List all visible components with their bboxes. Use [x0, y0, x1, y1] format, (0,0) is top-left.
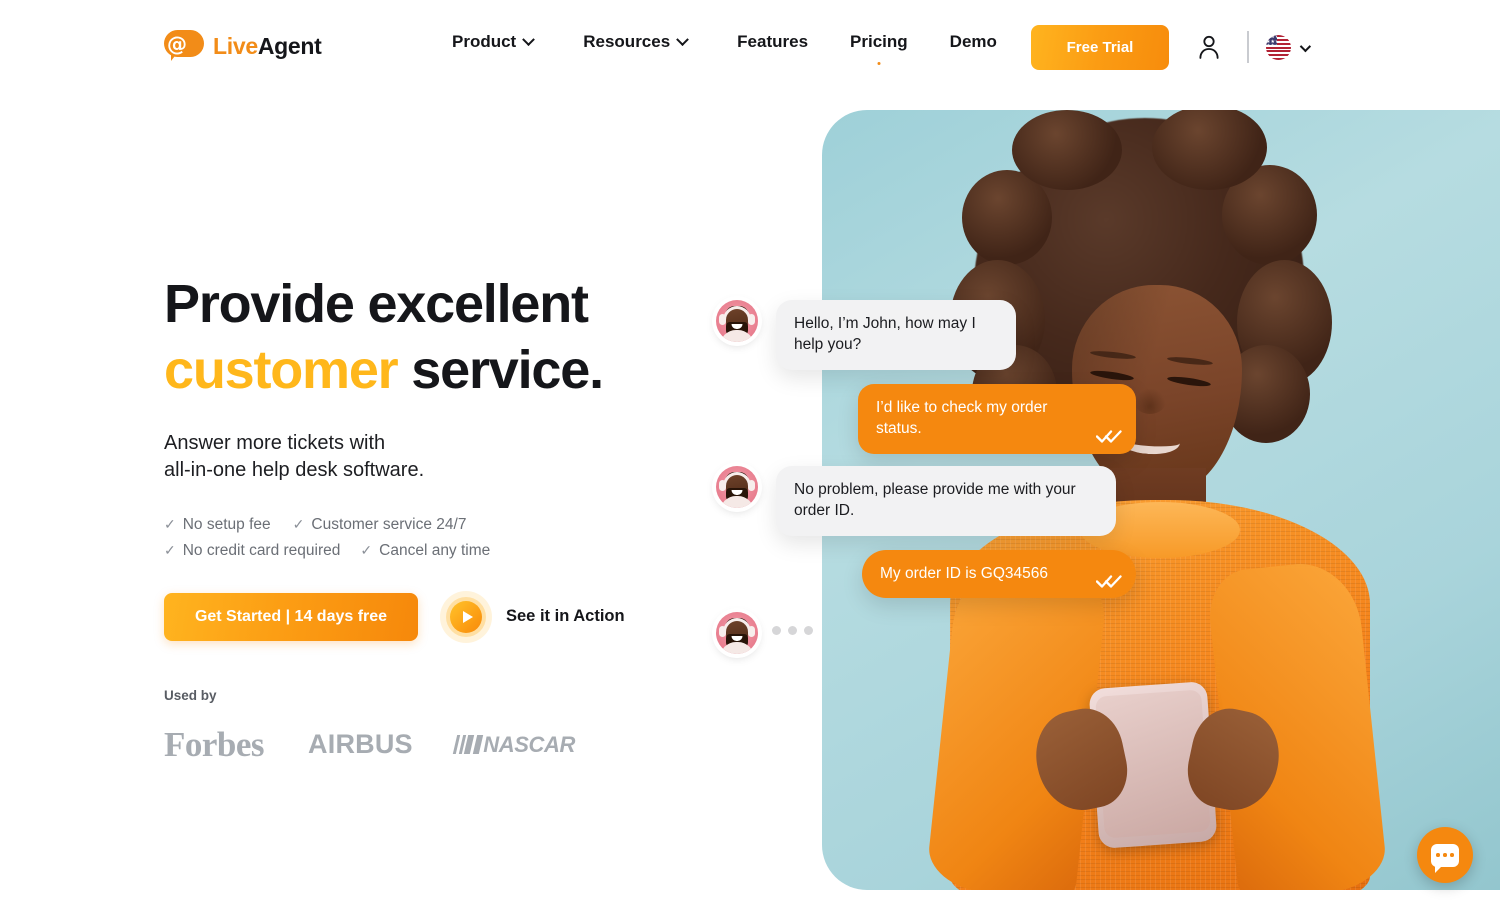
nav-label-pricing: Pricing: [850, 32, 908, 51]
chevron-down-icon: [1299, 40, 1312, 52]
nav-item-pricing[interactable]: Pricing: [850, 32, 908, 65]
nav-item-resources[interactable]: Resources: [583, 32, 690, 52]
active-indicator-dot: [877, 62, 881, 65]
subhead-line-1: Answer more tickets with: [164, 431, 386, 454]
double-check-icon: [1095, 574, 1122, 589]
see-it-in-action-button[interactable]: See it in Action: [440, 590, 625, 643]
page-title: Provide excellent customer service.: [164, 272, 784, 404]
nav-label-demo: Demo: [949, 32, 997, 51]
headline-line-1: Provide excellent: [164, 274, 589, 334]
chat-widget-button[interactable]: [1417, 827, 1473, 883]
chat-bubble-icon: [1431, 843, 1459, 873]
us-flag-icon: ★★★★★★★★★: [1266, 35, 1291, 60]
nascar-bars-icon: [452, 735, 483, 755]
airbus-logo: AIRBUS: [308, 729, 413, 760]
header-divider: [1247, 31, 1249, 63]
nascar-wordmark: NASCAR: [483, 731, 575, 757]
logo-wordmark: LiveAgent: [213, 33, 322, 60]
logo-at-glyph: @: [167, 32, 187, 56]
client-logos: Forbes AIRBUS NASCAR: [164, 725, 784, 765]
check-icon: ✓: [164, 542, 176, 559]
typing-indicator: [758, 612, 813, 636]
nav-label-resources: Resources: [583, 32, 671, 51]
site-header: @ LiveAgent Product Resources Features P: [0, 0, 1500, 95]
chat-bubble: My order ID is GQ34566: [862, 549, 1136, 599]
logo-word-live: Live: [213, 32, 258, 59]
headline-line-2-rest: service.: [397, 339, 604, 400]
chat-bubble-text: My order ID is GQ34566: [880, 564, 1048, 582]
feature-item-cancel-any-time: ✓ Cancel any time: [360, 542, 490, 560]
user-account-icon[interactable]: [1198, 35, 1220, 59]
feature-row-1: ✓ No setup fee ✓ Customer service 24/7: [164, 516, 784, 534]
chat-message-user-2: My order ID is GQ34566: [716, 549, 1136, 599]
headline-accent-word: customer: [164, 339, 399, 400]
used-by-label: Used by: [164, 687, 217, 703]
see-it-in-action-label: See it in Action: [506, 607, 625, 626]
landing-page: @ LiveAgent Product Resources Features P: [0, 0, 1500, 915]
feature-row-2: ✓ No credit card required ✓ Cancel any t…: [164, 542, 784, 560]
hero-content: Provide excellent customer service. Answ…: [164, 272, 784, 765]
chat-typing-row: [716, 612, 1136, 655]
feature-label: No setup fee: [182, 515, 271, 533]
chevron-down-icon: [522, 32, 536, 46]
chat-bubble-text: I’d like to check my order status.: [876, 398, 1048, 437]
chat-conversation-overlay: Hello, I’m John, how may I help you? I’d…: [716, 300, 1136, 655]
cta-row: Get Started | 14 days free See it in Act…: [164, 590, 784, 643]
agent-avatar: [716, 465, 758, 508]
feature-item-no-setup-fee: ✓ No setup fee: [164, 516, 271, 534]
feature-label: Cancel any time: [379, 541, 491, 559]
nav-item-demo[interactable]: Demo: [950, 32, 997, 52]
check-icon: ✓: [164, 516, 176, 533]
nascar-logo: NASCAR: [452, 731, 575, 758]
main-navigation: Product Resources Features Pricing Demo: [452, 32, 997, 65]
feature-label: Customer service 24/7: [311, 515, 467, 533]
chat-message-user-1: I’d like to check my order status.: [716, 383, 1136, 454]
double-check-icon: [1095, 429, 1122, 443]
check-icon: ✓: [360, 542, 373, 559]
agent-avatar: [716, 612, 758, 655]
brand-logo[interactable]: @ LiveAgent: [164, 30, 322, 62]
language-selector[interactable]: ★★★★★★★★★: [1266, 35, 1312, 60]
logo-word-agent: Agent: [257, 32, 322, 59]
get-started-button[interactable]: Get Started | 14 days free: [164, 592, 418, 641]
subhead-line-2: all-in-one help desk software.: [164, 459, 425, 482]
check-icon: ✓: [292, 516, 305, 533]
chat-message-agent-1: Hello, I’m John, how may I help you?: [716, 300, 1136, 370]
nav-item-product[interactable]: Product: [452, 32, 536, 52]
chat-bubble: Hello, I’m John, how may I help you?: [776, 300, 1016, 370]
chevron-down-icon: [676, 32, 690, 46]
feature-item-customer-service: ✓ Customer service 24/7: [293, 516, 467, 534]
play-icon: [440, 590, 492, 643]
chat-message-agent-2: No problem, please provide me with your …: [716, 465, 1136, 536]
agent-avatar: [716, 300, 758, 342]
chat-bubble: No problem, please provide me with your …: [776, 465, 1116, 536]
hero-subheading: Answer more tickets with all-in-one help…: [164, 430, 784, 485]
nav-label-features: Features: [737, 32, 809, 51]
feature-label: No credit card required: [182, 541, 341, 559]
logo-speech-bubble-icon: @: [164, 30, 204, 62]
nav-item-features[interactable]: Features: [737, 32, 808, 52]
feature-list: ✓ No setup fee ✓ Customer service 24/7 ✓…: [164, 516, 784, 560]
free-trial-button[interactable]: Free Trial: [1031, 25, 1169, 70]
used-by-section: Used by Forbes AIRBUS NASCAR: [164, 688, 784, 765]
chat-bubble: I’d like to check my order status.: [858, 383, 1136, 454]
forbes-logo: Forbes: [164, 724, 265, 764]
nav-label-product: Product: [452, 32, 517, 51]
feature-item-no-credit-card: ✓ No credit card required: [164, 542, 340, 560]
